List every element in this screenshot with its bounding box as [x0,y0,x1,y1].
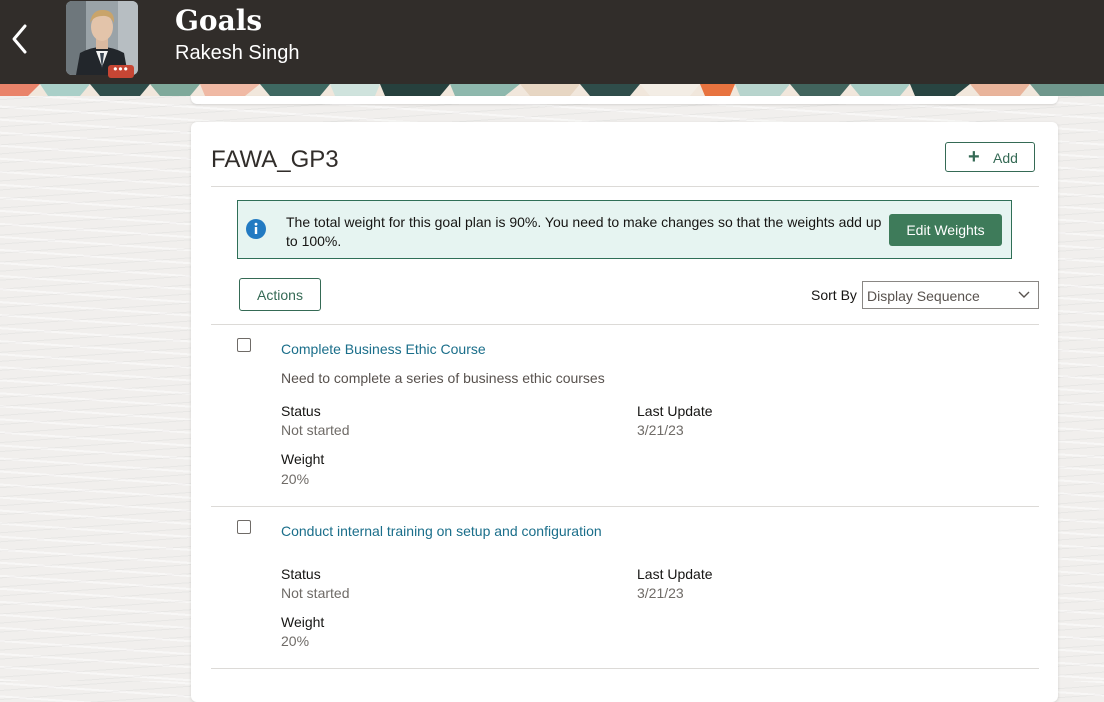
sort-by-value: Display Sequence [867,288,980,304]
previous-card-edge [191,96,1058,104]
weight-warning-alert: The total weight for this goal plan is 9… [237,200,1012,259]
last-update-label: Last Update [637,403,713,419]
decorative-banner [0,84,1104,96]
last-update-value: 3/21/23 [637,422,684,438]
goal-plan-card: FAWA_GP3 + Add The total weight for this… [191,122,1058,702]
goal-checkbox[interactable] [237,338,251,352]
last-update-label: Last Update [637,566,713,582]
status-label: Status [281,566,321,582]
status-value: Not started [281,422,350,438]
app-header: ••• Goals Rakesh Singh [0,0,1104,84]
goal-row: Complete Business Ethic Course Need to c… [211,324,1039,506]
goal-row: Conduct internal training on setup and c… [211,506,1039,668]
info-icon [246,219,266,239]
goal-description: Need to complete a series of business et… [281,370,605,386]
title-divider [211,186,1039,187]
add-goal-button[interactable]: + Add [945,142,1035,172]
last-update-value: 3/21/23 [637,585,684,601]
back-icon[interactable] [6,20,34,58]
edit-weights-button[interactable]: Edit Weights [889,214,1002,246]
person-name: Rakesh Singh [175,42,300,64]
actions-button[interactable]: Actions [239,278,321,311]
status-label: Status [281,403,321,419]
page-title: Goals [175,4,263,37]
plus-icon: + [968,146,980,168]
add-goal-label: Add [993,150,1018,166]
status-value: Not started [281,585,350,601]
goal-checkbox[interactable] [237,520,251,534]
weight-value: 20% [281,633,310,649]
weight-label: Weight [281,451,325,467]
weight-label: Weight [281,614,325,630]
goal-title-link[interactable]: Complete Business Ethic Course [281,341,486,357]
sort-by-label: Sort By [811,287,857,303]
sort-by-select[interactable]: Display Sequence [862,281,1039,309]
weight-warning-message: The total weight for this goal plan is 9… [286,214,882,249]
goal-plan-title: FAWA_GP3 [211,146,339,173]
goal-title-link[interactable]: Conduct internal training on setup and c… [281,523,602,539]
avatar-menu-badge[interactable]: ••• [108,63,134,78]
chevron-down-icon [1018,291,1030,298]
goal-divider [211,668,1039,669]
weight-value: 20% [281,471,310,487]
